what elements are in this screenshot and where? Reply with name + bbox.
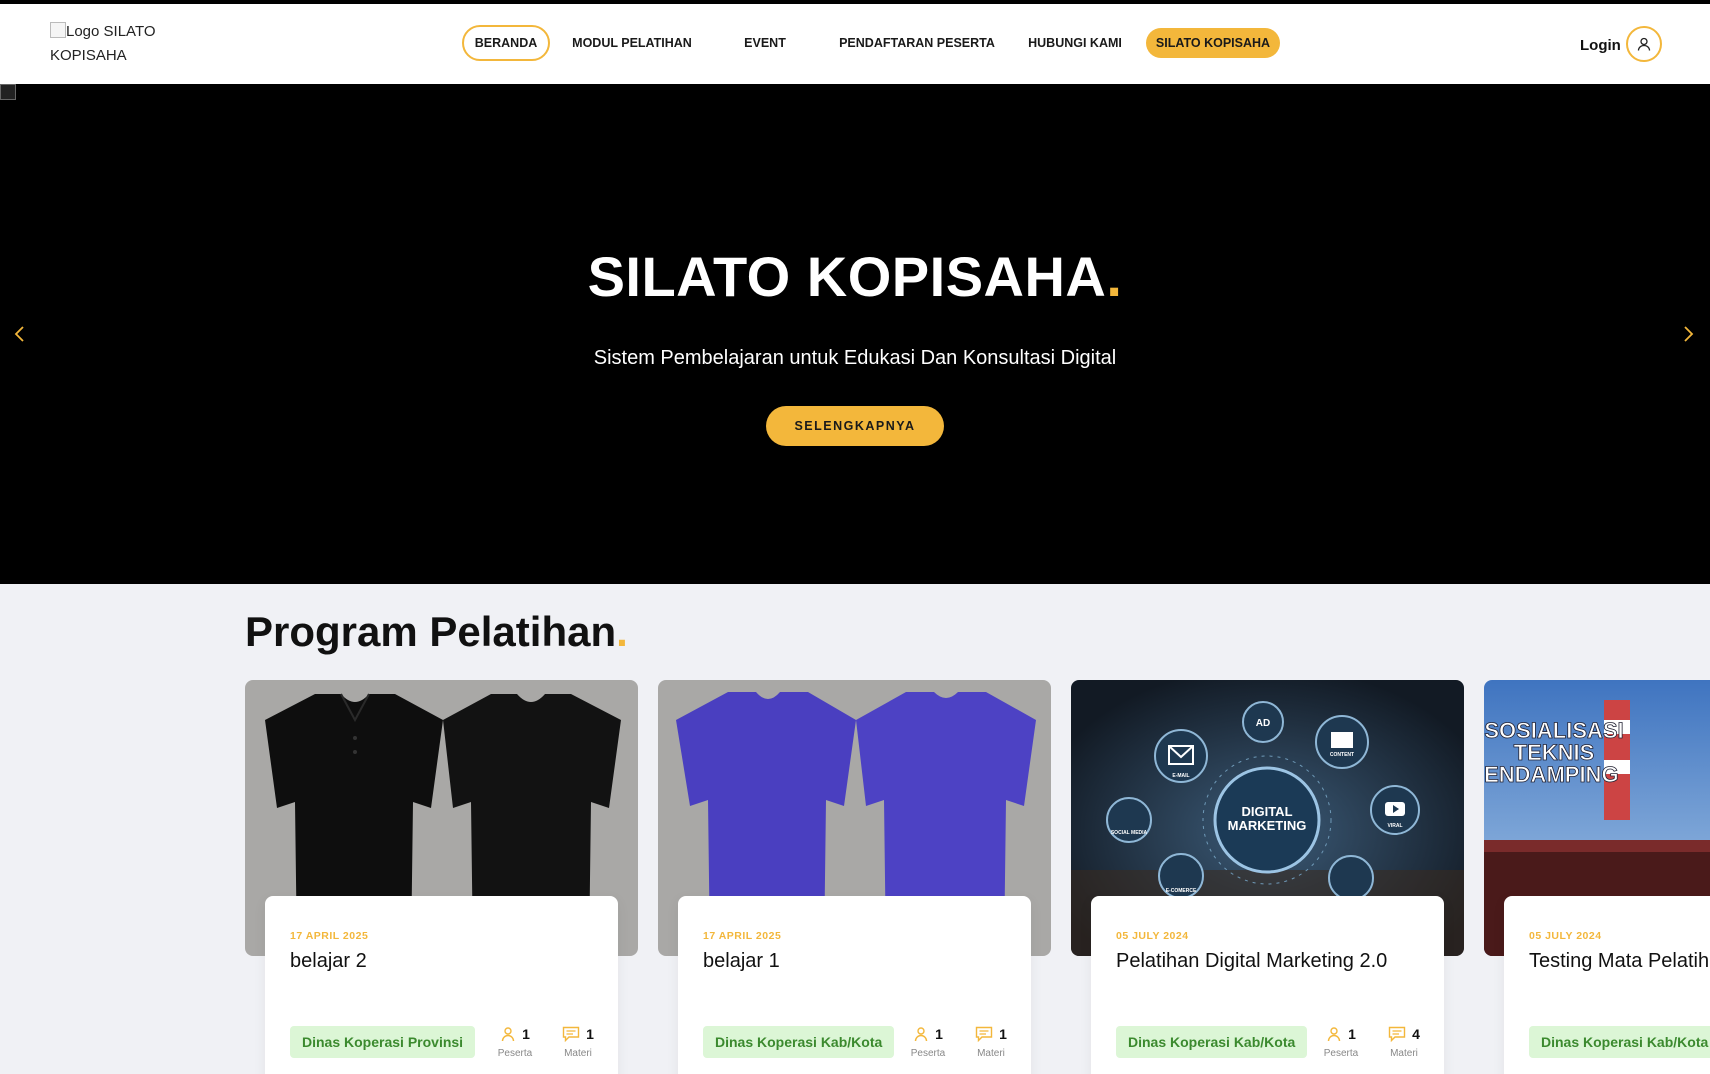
logo-alt-text: Logo SILATO KOPISAHA bbox=[50, 23, 156, 64]
materi-label: Materi bbox=[977, 1048, 1005, 1059]
svg-text:CONTENT: CONTENT bbox=[1330, 752, 1354, 758]
program-card[interactable]: 17 APRIL 2025 belajar 2 Dinas Koperasi P… bbox=[245, 680, 638, 1074]
peserta-stat: 1 Peserta bbox=[1316, 1024, 1366, 1059]
card-date: 05 JULY 2024 bbox=[1529, 930, 1602, 942]
materi-count: 4 bbox=[1412, 1026, 1420, 1042]
comment-icon bbox=[1388, 1026, 1406, 1042]
nav-hubungi-kami[interactable]: HUBUNGI KAMI bbox=[1020, 25, 1130, 61]
card-category-tag: Dinas Koperasi Kab/Kota bbox=[703, 1026, 895, 1058]
svg-text:AD: AD bbox=[1256, 718, 1270, 729]
peserta-label: Peserta bbox=[497, 1048, 533, 1059]
card-category-tag: Dinas Koperasi Provinsi bbox=[290, 1026, 476, 1058]
card-category-tag: Dinas Koperasi Kab/Kota bbox=[1529, 1026, 1710, 1058]
user-icon bbox=[914, 1027, 928, 1042]
hero-title-text: SILATO KOPISAHA bbox=[587, 245, 1107, 308]
card-body: 05 JULY 2024 Testing Mata Pelatihan Dina… bbox=[1504, 896, 1710, 1074]
hero-banner: SILATO KOPISAHA. Sistem Pembelajaran unt… bbox=[0, 84, 1710, 584]
chevron-right-icon bbox=[1684, 326, 1694, 342]
nav-modul-pelatihan[interactable]: MODUL PELATIHAN bbox=[572, 25, 692, 61]
svg-text:MARKETING: MARKETING bbox=[1228, 818, 1307, 833]
carousel-prev-button[interactable] bbox=[8, 322, 32, 346]
card-date: 17 APRIL 2025 bbox=[703, 930, 782, 942]
card-date: 17 APRIL 2025 bbox=[290, 930, 369, 942]
carousel-next-button[interactable] bbox=[1676, 322, 1700, 346]
peserta-label: Peserta bbox=[1323, 1048, 1359, 1059]
peserta-count: 1 bbox=[935, 1026, 943, 1042]
svg-text:DIGITAL: DIGITAL bbox=[1241, 804, 1292, 819]
svg-text:PENDAMPING: PENDAMPING bbox=[1484, 762, 1619, 787]
section-title-dot: . bbox=[616, 608, 628, 655]
svg-text:SOCIAL MEDIA: SOCIAL MEDIA bbox=[1111, 830, 1148, 836]
card-category-tag: Dinas Koperasi Kab/Kota bbox=[1116, 1026, 1308, 1058]
logo[interactable]: Logo SILATO KOPISAHA bbox=[50, 20, 190, 68]
hero-title: SILATO KOPISAHA. bbox=[0, 244, 1710, 309]
section-title-text: Program Pelatihan bbox=[245, 608, 617, 655]
card-title[interactable]: Testing Mata Pelatihan bbox=[1529, 950, 1710, 973]
selengkapnya-button[interactable]: SELENGKAPNYA bbox=[766, 406, 944, 446]
broken-image-icon bbox=[50, 22, 66, 38]
user-icon bbox=[1327, 1027, 1341, 1042]
broken-image-icon bbox=[0, 84, 16, 100]
svg-text:E-COMERCE: E-COMERCE bbox=[1166, 888, 1197, 894]
site-header: Logo SILATO KOPISAHA BERANDA MODUL PELAT… bbox=[0, 4, 1710, 84]
card-date: 05 JULY 2024 bbox=[1116, 930, 1189, 942]
comment-icon bbox=[975, 1026, 993, 1042]
materi-count: 1 bbox=[586, 1026, 594, 1042]
materi-label: Materi bbox=[564, 1048, 592, 1059]
svg-text:VIRAL: VIRAL bbox=[1388, 823, 1403, 829]
login-link[interactable]: Login bbox=[1580, 37, 1621, 54]
program-card[interactable]: 17 APRIL 2025 belajar 1 Dinas Koperasi K… bbox=[658, 680, 1051, 1074]
nav-beranda[interactable]: BERANDA bbox=[462, 25, 550, 61]
card-title[interactable]: Pelatihan Digital Marketing 2.0 bbox=[1116, 950, 1387, 973]
materi-stat: 1 Materi bbox=[553, 1024, 603, 1059]
hero-subtitle: Sistem Pembelajaran untuk Edukasi Dan Ko… bbox=[593, 347, 1117, 369]
card-body: 17 APRIL 2025 belajar 1 Dinas Koperasi K… bbox=[678, 896, 1031, 1074]
chevron-left-icon bbox=[14, 326, 24, 342]
hero-title-dot: . bbox=[1106, 245, 1123, 308]
peserta-stat: 1 Peserta bbox=[903, 1024, 953, 1059]
card-body: 17 APRIL 2025 belajar 2 Dinas Koperasi P… bbox=[265, 896, 618, 1074]
user-icon bbox=[501, 1027, 515, 1042]
comment-icon bbox=[562, 1026, 580, 1042]
nav-silato-kopisaha[interactable]: SILATO KOPISAHA bbox=[1146, 28, 1280, 58]
program-card[interactable]: SOSIALISASI TEKNIS PENDAMPING 05 JULY 20… bbox=[1484, 680, 1710, 1074]
peserta-count: 1 bbox=[522, 1026, 530, 1042]
peserta-stat: 1 Peserta bbox=[490, 1024, 540, 1059]
nav-event[interactable]: EVENT bbox=[740, 25, 790, 61]
materi-stat: 1 Materi bbox=[966, 1024, 1016, 1059]
program-card[interactable]: DIGITAL MARKETING E-MAIL AD CONTENT SOCI… bbox=[1071, 680, 1464, 1074]
peserta-count: 1 bbox=[1348, 1026, 1356, 1042]
materi-label: Materi bbox=[1390, 1048, 1418, 1059]
card-title[interactable]: belajar 2 bbox=[290, 950, 367, 973]
materi-stat: 4 Materi bbox=[1379, 1024, 1429, 1059]
nav-pendaftaran-peserta[interactable]: PENDAFTARAN PESERTA bbox=[832, 25, 1002, 61]
card-body: 05 JULY 2024 Pelatihan Digital Marketing… bbox=[1091, 896, 1444, 1074]
card-title[interactable]: belajar 1 bbox=[703, 950, 780, 973]
svg-text:E-MAIL: E-MAIL bbox=[1172, 773, 1189, 779]
user-icon bbox=[1637, 37, 1651, 51]
materi-count: 1 bbox=[999, 1026, 1007, 1042]
peserta-label: Peserta bbox=[910, 1048, 946, 1059]
section-title: Program Pelatihan. bbox=[245, 608, 628, 656]
login-button[interactable] bbox=[1626, 26, 1662, 62]
